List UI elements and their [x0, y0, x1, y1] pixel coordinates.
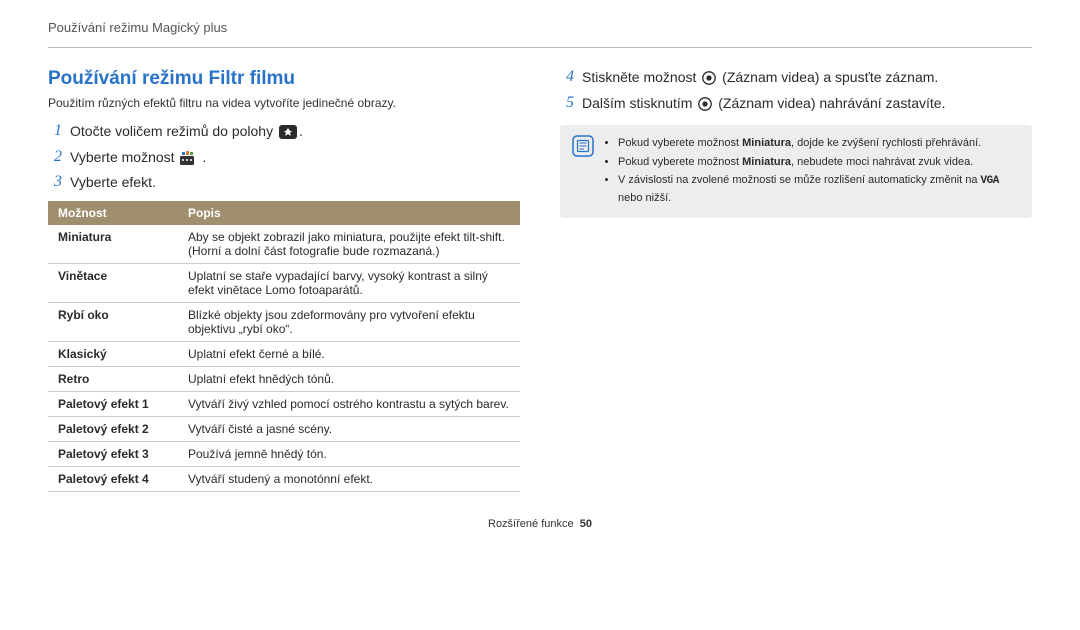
table-header-option: Možnost — [48, 201, 178, 225]
option-desc: Vytváří živý vzhled pomocí ostrého kontr… — [178, 391, 520, 416]
table-row: Paletový efekt 3Používá jemně hnědý tón. — [48, 441, 520, 466]
note-item: Pokud vyberete možnost Miniatura, dojde … — [618, 135, 1020, 152]
option-name: Retro — [48, 366, 178, 391]
step-number: 3 — [48, 173, 62, 191]
film-mode-icon — [180, 151, 200, 165]
option-desc: Uplatní se staře vypadající barvy, vysok… — [178, 263, 520, 302]
option-name: Paletový efekt 4 — [48, 466, 178, 491]
step-number: 1 — [48, 122, 62, 140]
options-table: Možnost Popis MiniaturaAby se objekt zob… — [48, 201, 520, 492]
option-desc: Uplatní efekt hnědých tónů. — [178, 366, 520, 391]
option-name: Klasický — [48, 341, 178, 366]
table-row: RetroUplatní efekt hnědých tónů. — [48, 366, 520, 391]
step-text: Dalším stisknutím (Záznam videa) nahrává… — [582, 94, 945, 114]
section-heading: Používání režimu Filtr filmu — [48, 68, 520, 90]
footer-page-number: 50 — [580, 518, 592, 530]
left-column: Používání režimu Filtr filmu Použitím rů… — [48, 68, 520, 492]
record-button-icon — [702, 71, 716, 85]
step-text: Stiskněte možnost (Záznam videa) a spusť… — [582, 68, 938, 88]
option-name: Vinětace — [48, 263, 178, 302]
right-column: 4 Stiskněte možnost (Záznam videa) a spu… — [560, 68, 1032, 492]
note-item: V závislosti na zvolené možnosti se může… — [618, 172, 1020, 206]
step-number: 2 — [48, 148, 62, 166]
table-row: Paletový efekt 1Vytváří živý vzhled pomo… — [48, 391, 520, 416]
info-icon — [572, 135, 594, 157]
step-item: 5 Dalším stisknutím (Záznam videa) nahrá… — [560, 94, 1032, 114]
step-item: 1 Otočte voličem režimů do polohy . — [48, 122, 520, 142]
option-name: Paletový efekt 3 — [48, 441, 178, 466]
step-text: Vyberte efekt. — [70, 173, 156, 193]
chapter-title: Používání režimu Magický plus — [48, 20, 1032, 35]
mode-dial-icon — [279, 125, 297, 139]
option-desc: Uplatní efekt černé a bílé. — [178, 341, 520, 366]
table-row: Paletový efekt 2Vytváří čisté a jasné sc… — [48, 416, 520, 441]
option-desc: Používá jemně hnědý tón. — [178, 441, 520, 466]
table-row: MiniaturaAby se objekt zobrazil jako min… — [48, 225, 520, 264]
table-row: Paletový efekt 4Vytváří studený a monotó… — [48, 466, 520, 491]
steps-list-right: 4 Stiskněte možnost (Záznam videa) a spu… — [560, 68, 1032, 113]
step-number: 5 — [560, 94, 574, 112]
option-desc: Aby se objekt zobrazil jako miniatura, p… — [178, 225, 520, 264]
table-header-desc: Popis — [178, 201, 520, 225]
option-name: Miniatura — [48, 225, 178, 264]
option-desc: Blízké objekty jsou zdeformovány pro vyt… — [178, 302, 520, 341]
record-button-icon — [698, 97, 712, 111]
table-row: Rybí okoBlízké objekty jsou zdeformovány… — [48, 302, 520, 341]
step-number: 4 — [560, 68, 574, 86]
step-item: 2 Vyberte možnost . — [48, 148, 520, 168]
page-footer: Rozšířené funkce 50 — [48, 518, 1032, 530]
steps-list-left: 1 Otočte voličem režimů do polohy . 2 Vy… — [48, 122, 520, 193]
option-desc: Vytváří studený a monotónní efekt. — [178, 466, 520, 491]
option-name: Rybí oko — [48, 302, 178, 341]
section-subtitle: Použitím různých efektů filtru na videa … — [48, 96, 520, 110]
divider — [48, 47, 1032, 48]
table-row: KlasickýUplatní efekt černé a bílé. — [48, 341, 520, 366]
step-item: 4 Stiskněte možnost (Záznam videa) a spu… — [560, 68, 1032, 88]
note-list: Pokud vyberete možnost Miniatura, dojde … — [604, 135, 1020, 208]
note-box: Pokud vyberete možnost Miniatura, dojde … — [560, 125, 1032, 218]
step-text: Otočte voličem režimů do polohy . — [70, 122, 303, 142]
step-item: 3 Vyberte efekt. — [48, 173, 520, 193]
step-text: Vyberte možnost . — [70, 148, 206, 168]
option-desc: Vytváří čisté a jasné scény. — [178, 416, 520, 441]
table-row: VinětaceUplatní se staře vypadající barv… — [48, 263, 520, 302]
option-name: Paletový efekt 1 — [48, 391, 178, 416]
option-name: Paletový efekt 2 — [48, 416, 178, 441]
footer-section: Rozšířené funkce — [488, 518, 574, 530]
note-item: Pokud vyberete možnost Miniatura, nebude… — [618, 154, 1020, 171]
